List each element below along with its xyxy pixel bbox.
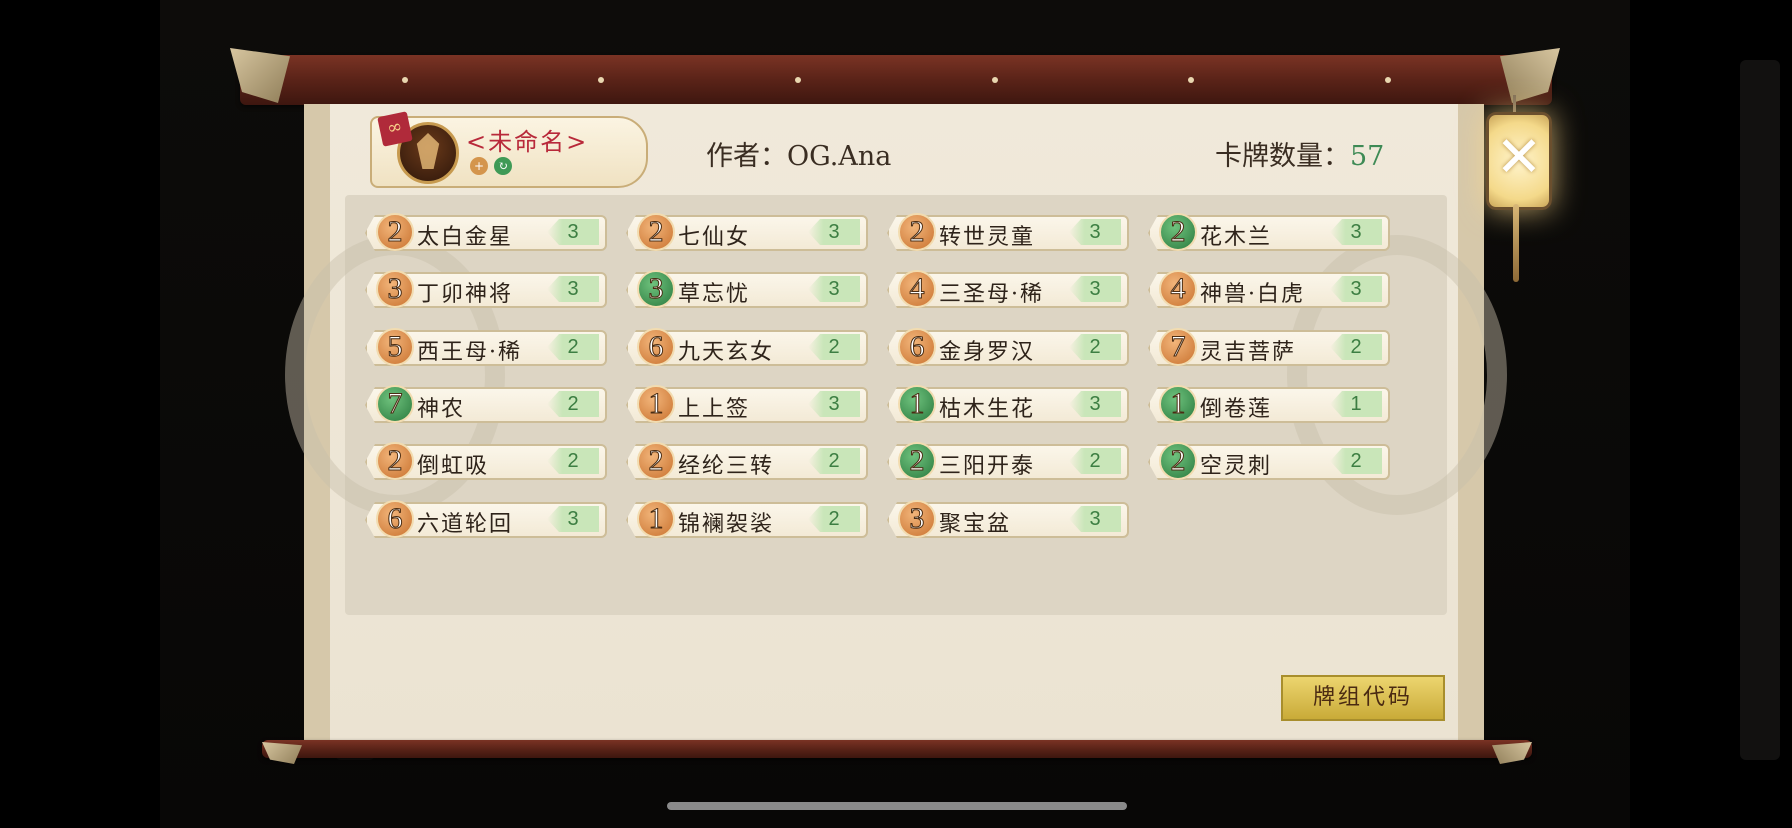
card-cost: 2 bbox=[637, 442, 675, 480]
card-item[interactable]: 2 空灵刺 2 bbox=[1148, 442, 1390, 480]
card-name: 转世灵童 bbox=[939, 225, 1036, 250]
card-item[interactable]: 2 七仙女 3 bbox=[626, 213, 868, 251]
refresh-icon[interactable]: ↻ bbox=[494, 157, 512, 175]
card-name: 太白金星 bbox=[417, 225, 514, 250]
scroll-top-rod bbox=[240, 55, 1552, 105]
rod-stud bbox=[598, 77, 604, 83]
card-name: 草忘忧 bbox=[678, 282, 751, 307]
card-name: 西王母·稀 bbox=[417, 340, 522, 365]
deck-code-button[interactable]: 牌组代码 bbox=[1281, 675, 1445, 721]
card-cost: 4 bbox=[898, 270, 936, 308]
card-item[interactable]: 1 锦襕袈裟 2 bbox=[626, 500, 868, 538]
avatar-figure bbox=[416, 133, 440, 169]
card-item[interactable]: 2 经纶三转 2 bbox=[626, 442, 868, 480]
background-right-panel bbox=[1740, 60, 1780, 760]
card-cost: 2 bbox=[898, 213, 936, 251]
rod-stud bbox=[992, 77, 998, 83]
card-item[interactable]: 3 聚宝盆 3 bbox=[887, 500, 1129, 538]
card-cost: 1 bbox=[637, 385, 675, 423]
card-item[interactable]: 2 转世灵童 3 bbox=[887, 213, 1129, 251]
link-icon[interactable]: ∞ bbox=[377, 111, 413, 147]
card-item[interactable]: 6 六道轮回 3 bbox=[365, 500, 607, 538]
rod-stud bbox=[1385, 77, 1391, 83]
card-item[interactable]: 4 神兽·白虎 3 bbox=[1148, 270, 1390, 308]
card-name: 神农 bbox=[417, 397, 466, 422]
card-cost: 3 bbox=[376, 270, 414, 308]
card-name: 倒卷莲 bbox=[1200, 397, 1273, 422]
card-name: 灵吉菩萨 bbox=[1200, 340, 1297, 365]
card-cost: 2 bbox=[1159, 213, 1197, 251]
card-cost: 2 bbox=[1159, 442, 1197, 480]
card-name: 空灵刺 bbox=[1200, 454, 1273, 479]
card-item[interactable]: 5 西王母·稀 2 bbox=[365, 328, 607, 366]
card-item[interactable]: 6 九天玄女 2 bbox=[626, 328, 868, 366]
card-cost: 2 bbox=[898, 442, 936, 480]
author-text: 作者：OG.Ana bbox=[706, 141, 892, 172]
card-cost: 4 bbox=[1159, 270, 1197, 308]
card-name: 经纶三转 bbox=[678, 454, 775, 479]
close-button[interactable]: ✕ bbox=[1486, 112, 1552, 210]
card-name: 锦襕袈裟 bbox=[678, 512, 775, 537]
card-item[interactable]: 1 枯木生花 3 bbox=[887, 385, 1129, 423]
card-item[interactable]: 7 神农 2 bbox=[365, 385, 607, 423]
card-item[interactable]: 2 三阳开泰 2 bbox=[887, 442, 1129, 480]
card-name: 枯木生花 bbox=[939, 397, 1036, 422]
card-item[interactable]: 2 花木兰 3 bbox=[1148, 213, 1390, 251]
add-icon[interactable]: + bbox=[470, 157, 488, 175]
card-cost: 6 bbox=[637, 328, 675, 366]
card-name: 倒虹吸 bbox=[417, 454, 490, 479]
card-item[interactable]: 2 倒虹吸 2 bbox=[365, 442, 607, 480]
rod-stud bbox=[1188, 77, 1194, 83]
card-item[interactable]: 3 丁卯神将 3 bbox=[365, 270, 607, 308]
card-name: 七仙女 bbox=[678, 225, 751, 250]
card-count-value: 57 bbox=[1350, 141, 1385, 172]
deck-name[interactable]: <未命名> bbox=[466, 122, 588, 157]
card-cost: 6 bbox=[376, 500, 414, 538]
card-name: 丁卯神将 bbox=[417, 282, 514, 307]
card-item[interactable]: 3 草忘忧 3 bbox=[626, 270, 868, 308]
close-icon[interactable]: ✕ bbox=[1489, 115, 1549, 207]
card-name: 聚宝盆 bbox=[939, 512, 1012, 537]
card-cost: 2 bbox=[376, 213, 414, 251]
card-cost: 7 bbox=[376, 385, 414, 423]
rod-stud bbox=[795, 77, 801, 83]
card-name: 三圣母·稀 bbox=[939, 282, 1044, 307]
card-cost: 1 bbox=[1159, 385, 1197, 423]
card-item[interactable]: 1 倒卷莲 1 bbox=[1148, 385, 1390, 423]
card-item[interactable]: 1 上上签 3 bbox=[626, 385, 868, 423]
card-name: 六道轮回 bbox=[417, 512, 514, 537]
home-indicator[interactable] bbox=[667, 802, 1127, 810]
card-name: 上上签 bbox=[678, 397, 751, 422]
card-name: 金身罗汉 bbox=[939, 340, 1036, 365]
rod-stud bbox=[402, 77, 408, 83]
card-cost: 1 bbox=[637, 500, 675, 538]
card-cost: 1 bbox=[898, 385, 936, 423]
card-count-label: 卡牌数量： bbox=[1215, 141, 1350, 172]
card-cost: 6 bbox=[898, 328, 936, 366]
card-item[interactable]: 7 灵吉菩萨 2 bbox=[1148, 328, 1390, 366]
card-item[interactable]: 4 三圣母·稀 3 bbox=[887, 270, 1129, 308]
card-item[interactable]: 2 太白金星 3 bbox=[365, 213, 607, 251]
card-cost: 3 bbox=[898, 500, 936, 538]
scroll-bottom-rod bbox=[262, 740, 1532, 758]
card-cost: 3 bbox=[637, 270, 675, 308]
card-item[interactable]: 6 金身罗汉 2 bbox=[887, 328, 1129, 366]
card-name: 九天玄女 bbox=[678, 340, 775, 365]
card-cost: 7 bbox=[1159, 328, 1197, 366]
lantern-tassel bbox=[1513, 204, 1519, 282]
card-count: 卡牌数量：57 bbox=[1215, 134, 1384, 173]
card-name: 三阳开泰 bbox=[939, 454, 1036, 479]
card-cost: 2 bbox=[376, 442, 414, 480]
card-name: 神兽·白虎 bbox=[1200, 282, 1305, 307]
card-cost: 5 bbox=[376, 328, 414, 366]
card-name: 花木兰 bbox=[1200, 225, 1273, 250]
card-cost: 2 bbox=[637, 213, 675, 251]
